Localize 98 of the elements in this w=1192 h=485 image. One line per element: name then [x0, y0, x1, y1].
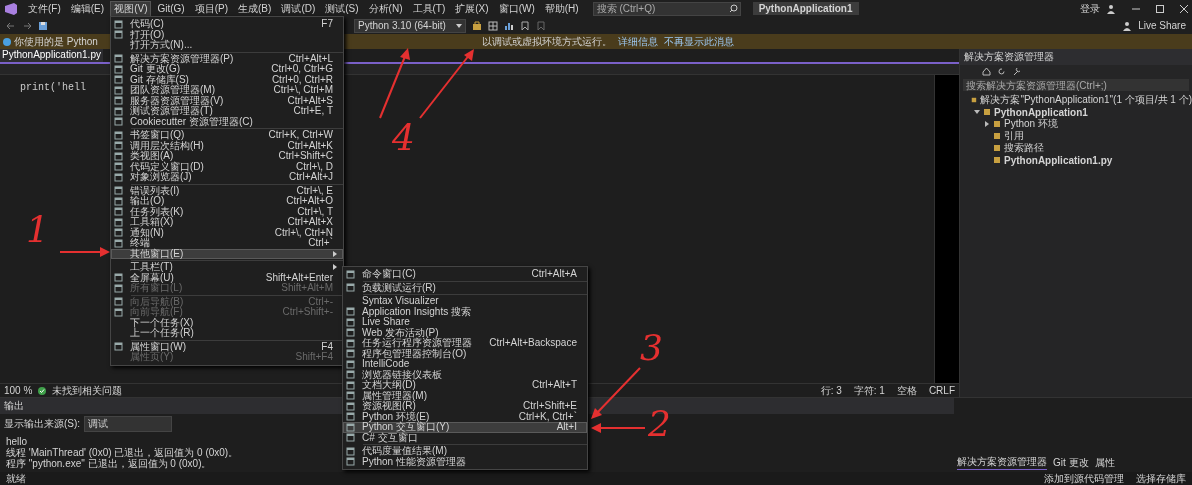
tree-item[interactable]: 解决方案"PythonApplication1"(1 个项目/共 1 个): [980, 93, 1192, 107]
cursor-status: 空格: [896, 383, 917, 398]
menu-item[interactable]: C# 交互窗口: [343, 432, 587, 443]
menu-item[interactable]: 团队资源管理器(M) Ctrl+\, Ctrl+M: [111, 85, 343, 96]
menu-item[interactable]: Web 发布活动(P): [343, 327, 587, 338]
menu-item[interactable]: Live Share: [343, 317, 587, 328]
menu-bar-item[interactable]: 工具(T): [408, 0, 450, 17]
menu-item[interactable]: 工具箱(X) Ctrl+Alt+X: [111, 217, 343, 228]
code-line: print('hell: [20, 82, 86, 93]
menu-bar-item[interactable]: 视图(V): [110, 0, 152, 17]
document-tab[interactable]: PythonApplication1.py: [0, 49, 103, 62]
status-action[interactable]: 添加到源代码管理: [1044, 471, 1124, 485]
menu-item[interactable]: 上一个任务(R): [111, 328, 343, 339]
menu-item[interactable]: IntelliCode: [343, 359, 587, 370]
menu-bar-item[interactable]: 帮助(H): [540, 0, 583, 17]
tree-item[interactable]: Python 环境: [1004, 117, 1058, 131]
panel-title: 输出: [4, 400, 24, 411]
menu-item[interactable]: 解决方案资源管理器(P) Ctrl+Alt+L: [111, 53, 343, 64]
menu-item[interactable]: 通知(N) Ctrl+\, Ctrl+N: [111, 227, 343, 238]
menu-item[interactable]: Git 存储库(S) Ctrl+0, Ctrl+R: [111, 74, 343, 85]
status-text: 就绪: [6, 471, 26, 485]
panel-tab[interactable]: 属性: [1094, 456, 1115, 470]
search-field[interactable]: 搜索 (Ctrl+Q): [592, 1, 741, 16]
menu-item[interactable]: 代码度量值结果(M): [343, 446, 587, 457]
menu-item[interactable]: 代码(C) F7: [111, 19, 343, 30]
menu-item[interactable]: Cookiecutter 资源管理器(C): [111, 116, 343, 127]
panel-title: 解决方案资源管理器: [964, 51, 1054, 62]
sign-in-link[interactable]: 登录: [1080, 1, 1100, 16]
zoom-level[interactable]: 100 %: [4, 385, 33, 396]
menu-item[interactable]: 全屏幕(U) Shift+Alt+Enter: [111, 272, 343, 283]
menu-item[interactable]: 对象浏览器(J) Ctrl+Alt+J: [111, 172, 343, 183]
menu-item[interactable]: 程序包管理器控制台(O): [343, 348, 587, 359]
solution-name-badge: PythonApplication1: [752, 2, 859, 15]
menu-item[interactable]: 资源视图(R) Ctrl+Shift+E: [343, 401, 587, 412]
output-line: 程序 "python.exe" 已退出，返回值为 0 (0x0)。: [6, 458, 212, 469]
interpreter-dropdown[interactable]: Python 3.10 (64-bit): [354, 18, 466, 33]
annotation-number: 1: [26, 212, 49, 248]
cursor-status: 行: 3: [820, 383, 842, 398]
annotation-number: 4: [392, 120, 415, 156]
menu-item[interactable]: 测试资源管理器(T) Ctrl+E, T: [111, 106, 343, 117]
menu-item[interactable]: 属性管理器(M): [343, 390, 587, 401]
menu-bar-item[interactable]: 测试(S): [321, 0, 363, 17]
menu-item[interactable]: 文档大纲(D) Ctrl+Alt+T: [343, 380, 587, 391]
source-dropdown[interactable]: 调试: [84, 416, 173, 432]
menu-item[interactable]: 书签窗口(Q) Ctrl+K, Ctrl+W: [111, 130, 343, 141]
menu-item[interactable]: 打开(O): [111, 29, 343, 40]
menu-item[interactable]: 属性窗口(W) F4: [111, 341, 343, 352]
menu-item[interactable]: Application Insights 搜索: [343, 306, 587, 317]
panel-tab[interactable]: Git 更改: [1053, 456, 1089, 470]
output-line: 线程 'MainThread' (0x0) 已退出，返回值为 0 (0x0)。: [6, 447, 239, 458]
menu-bar-item[interactable]: 分析(N): [364, 0, 407, 17]
menu-bar-item[interactable]: 窗口(W): [494, 0, 539, 17]
info-link[interactable]: 详细信息: [617, 34, 658, 49]
info-link[interactable]: 不再显示此消息: [663, 34, 734, 49]
menu-item[interactable]: Python 性能资源管理器: [343, 456, 587, 467]
menu-item[interactable]: 代码定义窗口(D) Ctrl+\, D: [111, 161, 343, 172]
issues-status: 未找到相关问题: [52, 383, 123, 398]
menu-item[interactable]: 服务器资源管理器(V) Ctrl+Alt+S: [111, 95, 343, 106]
cursor-status: CRLF: [928, 385, 955, 396]
info-message: 你使用的是 Python: [14, 34, 98, 49]
menu-bar-item[interactable]: 编辑(E): [66, 0, 109, 17]
tree-item[interactable]: 搜索路径: [1004, 141, 1044, 155]
status-action[interactable]: 选择存储库: [1136, 471, 1186, 485]
tree-item[interactable]: PythonApplication1: [994, 106, 1088, 118]
menu-bar-item[interactable]: 调试(D): [277, 0, 320, 17]
info-message: 以调试或虚拟环境方式运行。: [481, 34, 612, 49]
panel-tab[interactable]: 解决方案资源管理器: [957, 455, 1047, 470]
menu-item[interactable]: 负载测试运行(R): [343, 282, 587, 293]
menu-item[interactable]: 终端 Ctrl+`: [111, 238, 343, 249]
menu-item[interactable]: 命令窗口(C) Ctrl+Alt+A: [343, 269, 587, 280]
annotation-number: 2: [648, 406, 671, 442]
menu-item[interactable]: Python 环境(E) Ctrl+K, Ctrl+`: [343, 411, 587, 422]
menu-item[interactable]: 下一个任务(X): [111, 317, 343, 328]
tree-item[interactable]: PythonApplication1.py: [1004, 154, 1113, 166]
menu-item[interactable]: Python 交互窗口(Y) Alt+I: [343, 422, 587, 433]
menu-item[interactable]: Syntax Visualizer: [343, 296, 587, 307]
search-field[interactable]: 搜索解决方案资源管理器(Ctrl+;): [963, 79, 1189, 91]
tree-item[interactable]: 引用: [1004, 129, 1024, 143]
menu-item[interactable]: 输出(O) Ctrl+Alt+O: [111, 196, 343, 207]
live-share-button[interactable]: Live Share: [1138, 20, 1186, 31]
menu-item[interactable]: 工具栏(T): [111, 262, 343, 273]
menu-bar-item[interactable]: Git(G): [153, 2, 189, 15]
menu-item[interactable]: 任务运行程序资源管理器 Ctrl+Alt+Backspace: [343, 338, 587, 349]
cursor-status: 字符: 1: [853, 383, 885, 398]
menu-item[interactable]: 其他窗口(E): [111, 248, 343, 259]
menu-item[interactable]: 类视图(A) Ctrl+Shift+C: [111, 151, 343, 162]
source-label: 显示输出来源(S):: [4, 417, 81, 431]
menu-item[interactable]: 调用层次结构(H) Ctrl+Alt+K: [111, 140, 343, 151]
menu-item[interactable]: 任务列表(K) Ctrl+\, T: [111, 206, 343, 217]
menu-bar-item[interactable]: 生成(B): [234, 0, 276, 17]
menu-bar-item[interactable]: 扩展(X): [451, 0, 493, 17]
menu-item[interactable]: 打开方式(N)...: [111, 40, 343, 51]
annotation-number: 3: [640, 330, 663, 366]
menu-item[interactable]: 浏览器链接仪表板: [343, 369, 587, 380]
menu-bar-item[interactable]: 文件(F): [24, 0, 65, 17]
menu-item[interactable]: 错误列表(I) Ctrl+\, E: [111, 185, 343, 196]
menu-bar-item[interactable]: 项目(P): [190, 0, 233, 17]
output-line: hello: [6, 436, 28, 447]
